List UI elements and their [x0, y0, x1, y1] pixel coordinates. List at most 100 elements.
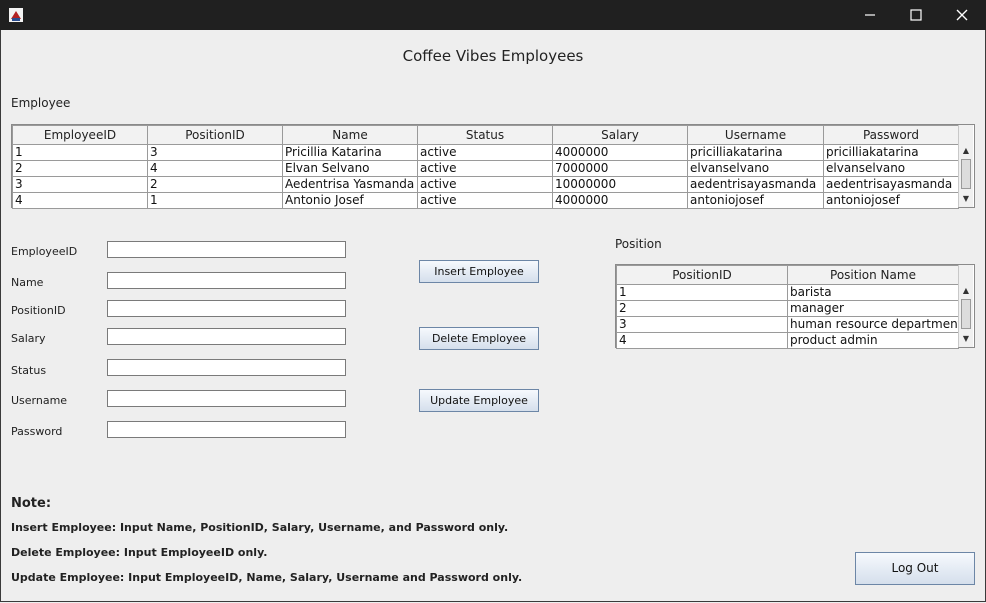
position-id-input[interactable] — [107, 300, 346, 317]
table-cell[interactable]: active — [417, 192, 553, 209]
scroll-down-arrow-icon[interactable]: ▼ — [959, 332, 973, 346]
salary-label: Salary — [11, 332, 46, 345]
employee-id-label: EmployeeID — [11, 245, 78, 258]
table-cell[interactable]: 3 — [616, 316, 788, 333]
table-cell[interactable]: Pricillia Katarina — [282, 144, 418, 161]
employee-table-scrollbar[interactable]: ▲ ▼ — [958, 125, 973, 207]
maximize-icon — [910, 9, 922, 21]
table-cell[interactable]: product admin — [787, 332, 959, 349]
note-insert: Insert Employee: Input Name, PositionID,… — [11, 521, 509, 534]
username-label: Username — [11, 394, 68, 407]
column-header-name[interactable]: Name — [282, 125, 418, 145]
employee-table-header: EmployeeID PositionID Name Status Salary… — [12, 125, 959, 145]
column-header-employeeid[interactable]: EmployeeID — [12, 125, 148, 145]
position-table-scrollbar[interactable]: ▲ ▼ — [958, 265, 973, 347]
table-row[interactable]: 3 2 Aedentrisa Yasmanda active 10000000 … — [12, 176, 959, 193]
table-cell[interactable]: 4000000 — [552, 192, 688, 209]
table-cell[interactable]: aedentrisayasmanda — [823, 176, 959, 193]
column-header-positionid[interactable]: PositionID — [616, 265, 788, 285]
table-cell[interactable]: 4 — [147, 160, 283, 177]
java-app-icon — [8, 7, 24, 23]
table-cell[interactable]: antoniojosef — [687, 192, 824, 209]
table-cell[interactable]: 3 — [12, 176, 148, 193]
table-cell[interactable]: 1 — [147, 192, 283, 209]
table-cell[interactable]: barista — [787, 284, 959, 301]
title-bar — [0, 0, 986, 30]
table-cell[interactable]: elvanselvano — [823, 160, 959, 177]
minimize-button[interactable] — [847, 0, 893, 30]
table-cell[interactable]: elvanselvano — [687, 160, 824, 177]
table-cell[interactable]: 7000000 — [552, 160, 688, 177]
table-cell[interactable]: active — [417, 144, 553, 161]
column-header-salary[interactable]: Salary — [552, 125, 688, 145]
table-cell[interactable]: 4 — [616, 332, 788, 349]
table-cell[interactable]: 4000000 — [552, 144, 688, 161]
position-id-label: PositionID — [11, 304, 66, 317]
table-cell[interactable]: active — [417, 176, 553, 193]
column-header-status[interactable]: Status — [417, 125, 553, 145]
table-row[interactable]: 1 3 Pricillia Katarina active 4000000 pr… — [12, 144, 959, 161]
table-row[interactable]: 3 human resource department — [616, 316, 959, 333]
table-cell[interactable]: 1 — [12, 144, 148, 161]
update-employee-button[interactable]: Update Employee — [419, 389, 539, 412]
employee-table-container: EmployeeID PositionID Name Status Salary… — [11, 124, 975, 209]
name-label: Name — [11, 276, 44, 289]
table-cell[interactable]: pricilliakatarina — [687, 144, 824, 161]
table-cell[interactable]: 10000000 — [552, 176, 688, 193]
employee-table[interactable]: EmployeeID PositionID Name Status Salary… — [12, 125, 959, 209]
table-cell[interactable]: 2 — [616, 300, 788, 317]
page-title: Coffee Vibes Employees — [402, 47, 584, 65]
table-cell[interactable]: active — [417, 160, 553, 177]
status-input[interactable] — [107, 359, 346, 376]
table-cell[interactable]: 2 — [147, 176, 283, 193]
name-input[interactable] — [107, 272, 346, 289]
username-input[interactable] — [107, 390, 346, 407]
close-icon — [956, 9, 968, 21]
table-cell[interactable]: Antonio Josef — [282, 192, 418, 209]
employee-id-input[interactable] — [107, 241, 346, 258]
position-table[interactable]: PositionID Position Name 1 barista 2 man… — [616, 265, 959, 349]
scroll-down-arrow-icon[interactable]: ▼ — [959, 192, 973, 206]
table-cell[interactable]: 3 — [147, 144, 283, 161]
table-row[interactable]: 4 product admin — [616, 332, 959, 349]
table-cell[interactable]: Elvan Selvano — [282, 160, 418, 177]
table-cell[interactable]: 4 — [12, 192, 148, 209]
column-header-positionid[interactable]: PositionID — [147, 125, 283, 145]
logout-button[interactable]: Log Out — [855, 552, 975, 585]
table-cell[interactable]: 1 — [616, 284, 788, 301]
note-update: Update Employee: Input EmployeeID, Name,… — [11, 571, 523, 584]
password-input[interactable] — [107, 421, 346, 438]
password-label: Password — [11, 425, 63, 438]
note-delete: Delete Employee: Input EmployeeID only. — [11, 546, 268, 559]
note-heading: Note: — [11, 496, 52, 511]
scrollbar-thumb[interactable] — [961, 299, 971, 329]
position-table-header: PositionID Position Name — [616, 265, 959, 285]
status-label: Status — [11, 364, 47, 377]
column-header-position-name[interactable]: Position Name — [787, 265, 959, 285]
table-cell[interactable]: aedentrisayasmanda — [687, 176, 824, 193]
table-cell[interactable]: pricilliakatarina — [823, 144, 959, 161]
insert-employee-button[interactable]: Insert Employee — [419, 260, 539, 283]
column-header-password[interactable]: Password — [823, 125, 959, 145]
scrollbar-thumb[interactable] — [961, 159, 971, 189]
employee-section-label: Employee — [11, 96, 71, 110]
delete-employee-button[interactable]: Delete Employee — [419, 327, 539, 350]
table-row[interactable]: 2 manager — [616, 300, 959, 317]
table-cell[interactable]: antoniojosef — [823, 192, 959, 209]
salary-input[interactable] — [107, 328, 346, 345]
close-button[interactable] — [939, 0, 985, 30]
table-cell[interactable]: manager — [787, 300, 959, 317]
position-table-container: PositionID Position Name 1 barista 2 man… — [615, 264, 975, 349]
column-header-username[interactable]: Username — [687, 125, 824, 145]
table-row[interactable]: 2 4 Elvan Selvano active 7000000 elvanse… — [12, 160, 959, 177]
scroll-up-arrow-icon[interactable]: ▲ — [959, 144, 973, 158]
maximize-button[interactable] — [893, 0, 939, 30]
table-row[interactable]: 4 1 Antonio Josef active 4000000 antonio… — [12, 192, 959, 209]
table-row[interactable]: 1 barista — [616, 284, 959, 301]
table-cell[interactable]: human resource department — [787, 316, 959, 333]
table-cell[interactable]: Aedentrisa Yasmanda — [282, 176, 418, 193]
table-cell[interactable]: 2 — [12, 160, 148, 177]
minimize-icon — [865, 14, 875, 16]
position-section-label: Position — [615, 237, 662, 251]
scroll-up-arrow-icon[interactable]: ▲ — [959, 284, 973, 298]
